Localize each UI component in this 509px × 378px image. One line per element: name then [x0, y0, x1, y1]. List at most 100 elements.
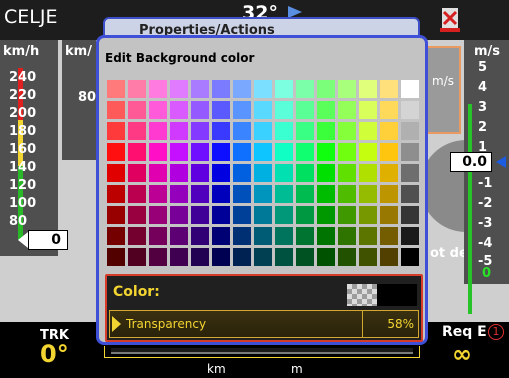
color-swatch[interactable]: [359, 164, 377, 182]
color-swatch[interactable]: [212, 80, 230, 98]
color-swatch[interactable]: [170, 80, 188, 98]
color-swatch[interactable]: [254, 248, 272, 266]
color-swatch[interactable]: [149, 185, 167, 203]
color-swatch[interactable]: [128, 122, 146, 140]
color-swatch[interactable]: [401, 185, 419, 203]
color-swatch[interactable]: [359, 248, 377, 266]
color-swatch[interactable]: [296, 185, 314, 203]
color-swatch[interactable]: [170, 143, 188, 161]
color-swatch[interactable]: [317, 101, 335, 119]
color-swatch[interactable]: [212, 101, 230, 119]
color-swatch[interactable]: [275, 206, 293, 224]
color-swatch[interactable]: [401, 206, 419, 224]
color-swatch[interactable]: [338, 143, 356, 161]
color-swatch[interactable]: [212, 227, 230, 245]
color-swatch[interactable]: [107, 206, 125, 224]
color-swatch[interactable]: [170, 101, 188, 119]
color-swatch[interactable]: [275, 143, 293, 161]
color-swatch[interactable]: [191, 206, 209, 224]
color-swatch[interactable]: [254, 185, 272, 203]
color-swatch[interactable]: [170, 185, 188, 203]
color-swatch[interactable]: [359, 206, 377, 224]
color-swatch[interactable]: [128, 227, 146, 245]
color-swatch[interactable]: [401, 101, 419, 119]
color-swatch[interactable]: [170, 227, 188, 245]
color-swatch[interactable]: [149, 101, 167, 119]
color-swatch[interactable]: [296, 206, 314, 224]
color-swatch[interactable]: [212, 206, 230, 224]
color-swatch[interactable]: [149, 80, 167, 98]
color-swatch[interactable]: [296, 227, 314, 245]
color-swatch[interactable]: [254, 143, 272, 161]
color-swatch[interactable]: [317, 227, 335, 245]
color-swatch[interactable]: [107, 185, 125, 203]
color-swatch[interactable]: [401, 122, 419, 140]
color-swatch[interactable]: [380, 80, 398, 98]
color-swatch[interactable]: [233, 101, 251, 119]
color-swatch[interactable]: [380, 206, 398, 224]
color-swatch[interactable]: [128, 185, 146, 203]
color-swatch[interactable]: [275, 101, 293, 119]
color-swatch[interactable]: [170, 122, 188, 140]
color-swatch[interactable]: [317, 143, 335, 161]
color-swatch[interactable]: [212, 185, 230, 203]
color-swatch[interactable]: [380, 101, 398, 119]
color-swatch[interactable]: [317, 164, 335, 182]
color-swatch[interactable]: [254, 206, 272, 224]
color-swatch[interactable]: [359, 227, 377, 245]
color-swatch[interactable]: [128, 101, 146, 119]
color-swatch[interactable]: [254, 164, 272, 182]
color-swatch[interactable]: [359, 101, 377, 119]
color-swatch[interactable]: [275, 248, 293, 266]
color-swatch[interactable]: [107, 227, 125, 245]
color-swatch[interactable]: [233, 227, 251, 245]
color-swatch[interactable]: [233, 80, 251, 98]
color-swatch[interactable]: [128, 80, 146, 98]
color-swatch[interactable]: [359, 143, 377, 161]
color-swatch[interactable]: [254, 122, 272, 140]
color-swatch[interactable]: [233, 248, 251, 266]
color-swatch[interactable]: [338, 185, 356, 203]
color-swatch[interactable]: [338, 227, 356, 245]
color-swatch[interactable]: [149, 206, 167, 224]
airspace-warning-icon[interactable]: [440, 6, 460, 34]
color-swatch[interactable]: [380, 143, 398, 161]
color-swatch[interactable]: [191, 143, 209, 161]
color-swatch[interactable]: [128, 143, 146, 161]
color-swatch[interactable]: [233, 206, 251, 224]
color-swatch[interactable]: [338, 80, 356, 98]
color-swatch[interactable]: [317, 248, 335, 266]
color-swatch[interactable]: [233, 122, 251, 140]
color-swatch[interactable]: [191, 80, 209, 98]
color-swatch[interactable]: [149, 143, 167, 161]
color-swatch[interactable]: [233, 143, 251, 161]
color-swatch[interactable]: [317, 122, 335, 140]
color-swatch[interactable]: [191, 227, 209, 245]
color-swatch[interactable]: [107, 164, 125, 182]
color-swatch[interactable]: [191, 248, 209, 266]
color-swatch[interactable]: [191, 164, 209, 182]
color-swatch[interactable]: [275, 164, 293, 182]
color-swatch[interactable]: [296, 143, 314, 161]
color-swatch[interactable]: [401, 80, 419, 98]
color-swatch[interactable]: [338, 122, 356, 140]
color-swatch[interactable]: [212, 248, 230, 266]
color-swatch[interactable]: [380, 185, 398, 203]
color-swatch[interactable]: [275, 185, 293, 203]
color-swatch[interactable]: [254, 227, 272, 245]
color-swatch[interactable]: [191, 101, 209, 119]
color-swatch[interactable]: [380, 248, 398, 266]
color-swatch[interactable]: [380, 164, 398, 182]
color-swatch[interactable]: [212, 164, 230, 182]
color-swatch[interactable]: [107, 80, 125, 98]
color-swatch[interactable]: [359, 185, 377, 203]
color-swatch[interactable]: [338, 206, 356, 224]
color-swatch[interactable]: [338, 164, 356, 182]
color-swatch[interactable]: [170, 164, 188, 182]
color-swatch[interactable]: [296, 80, 314, 98]
color-swatch[interactable]: [317, 80, 335, 98]
color-swatch[interactable]: [191, 185, 209, 203]
color-swatch[interactable]: [401, 227, 419, 245]
color-swatch[interactable]: [107, 143, 125, 161]
color-swatch[interactable]: [338, 101, 356, 119]
